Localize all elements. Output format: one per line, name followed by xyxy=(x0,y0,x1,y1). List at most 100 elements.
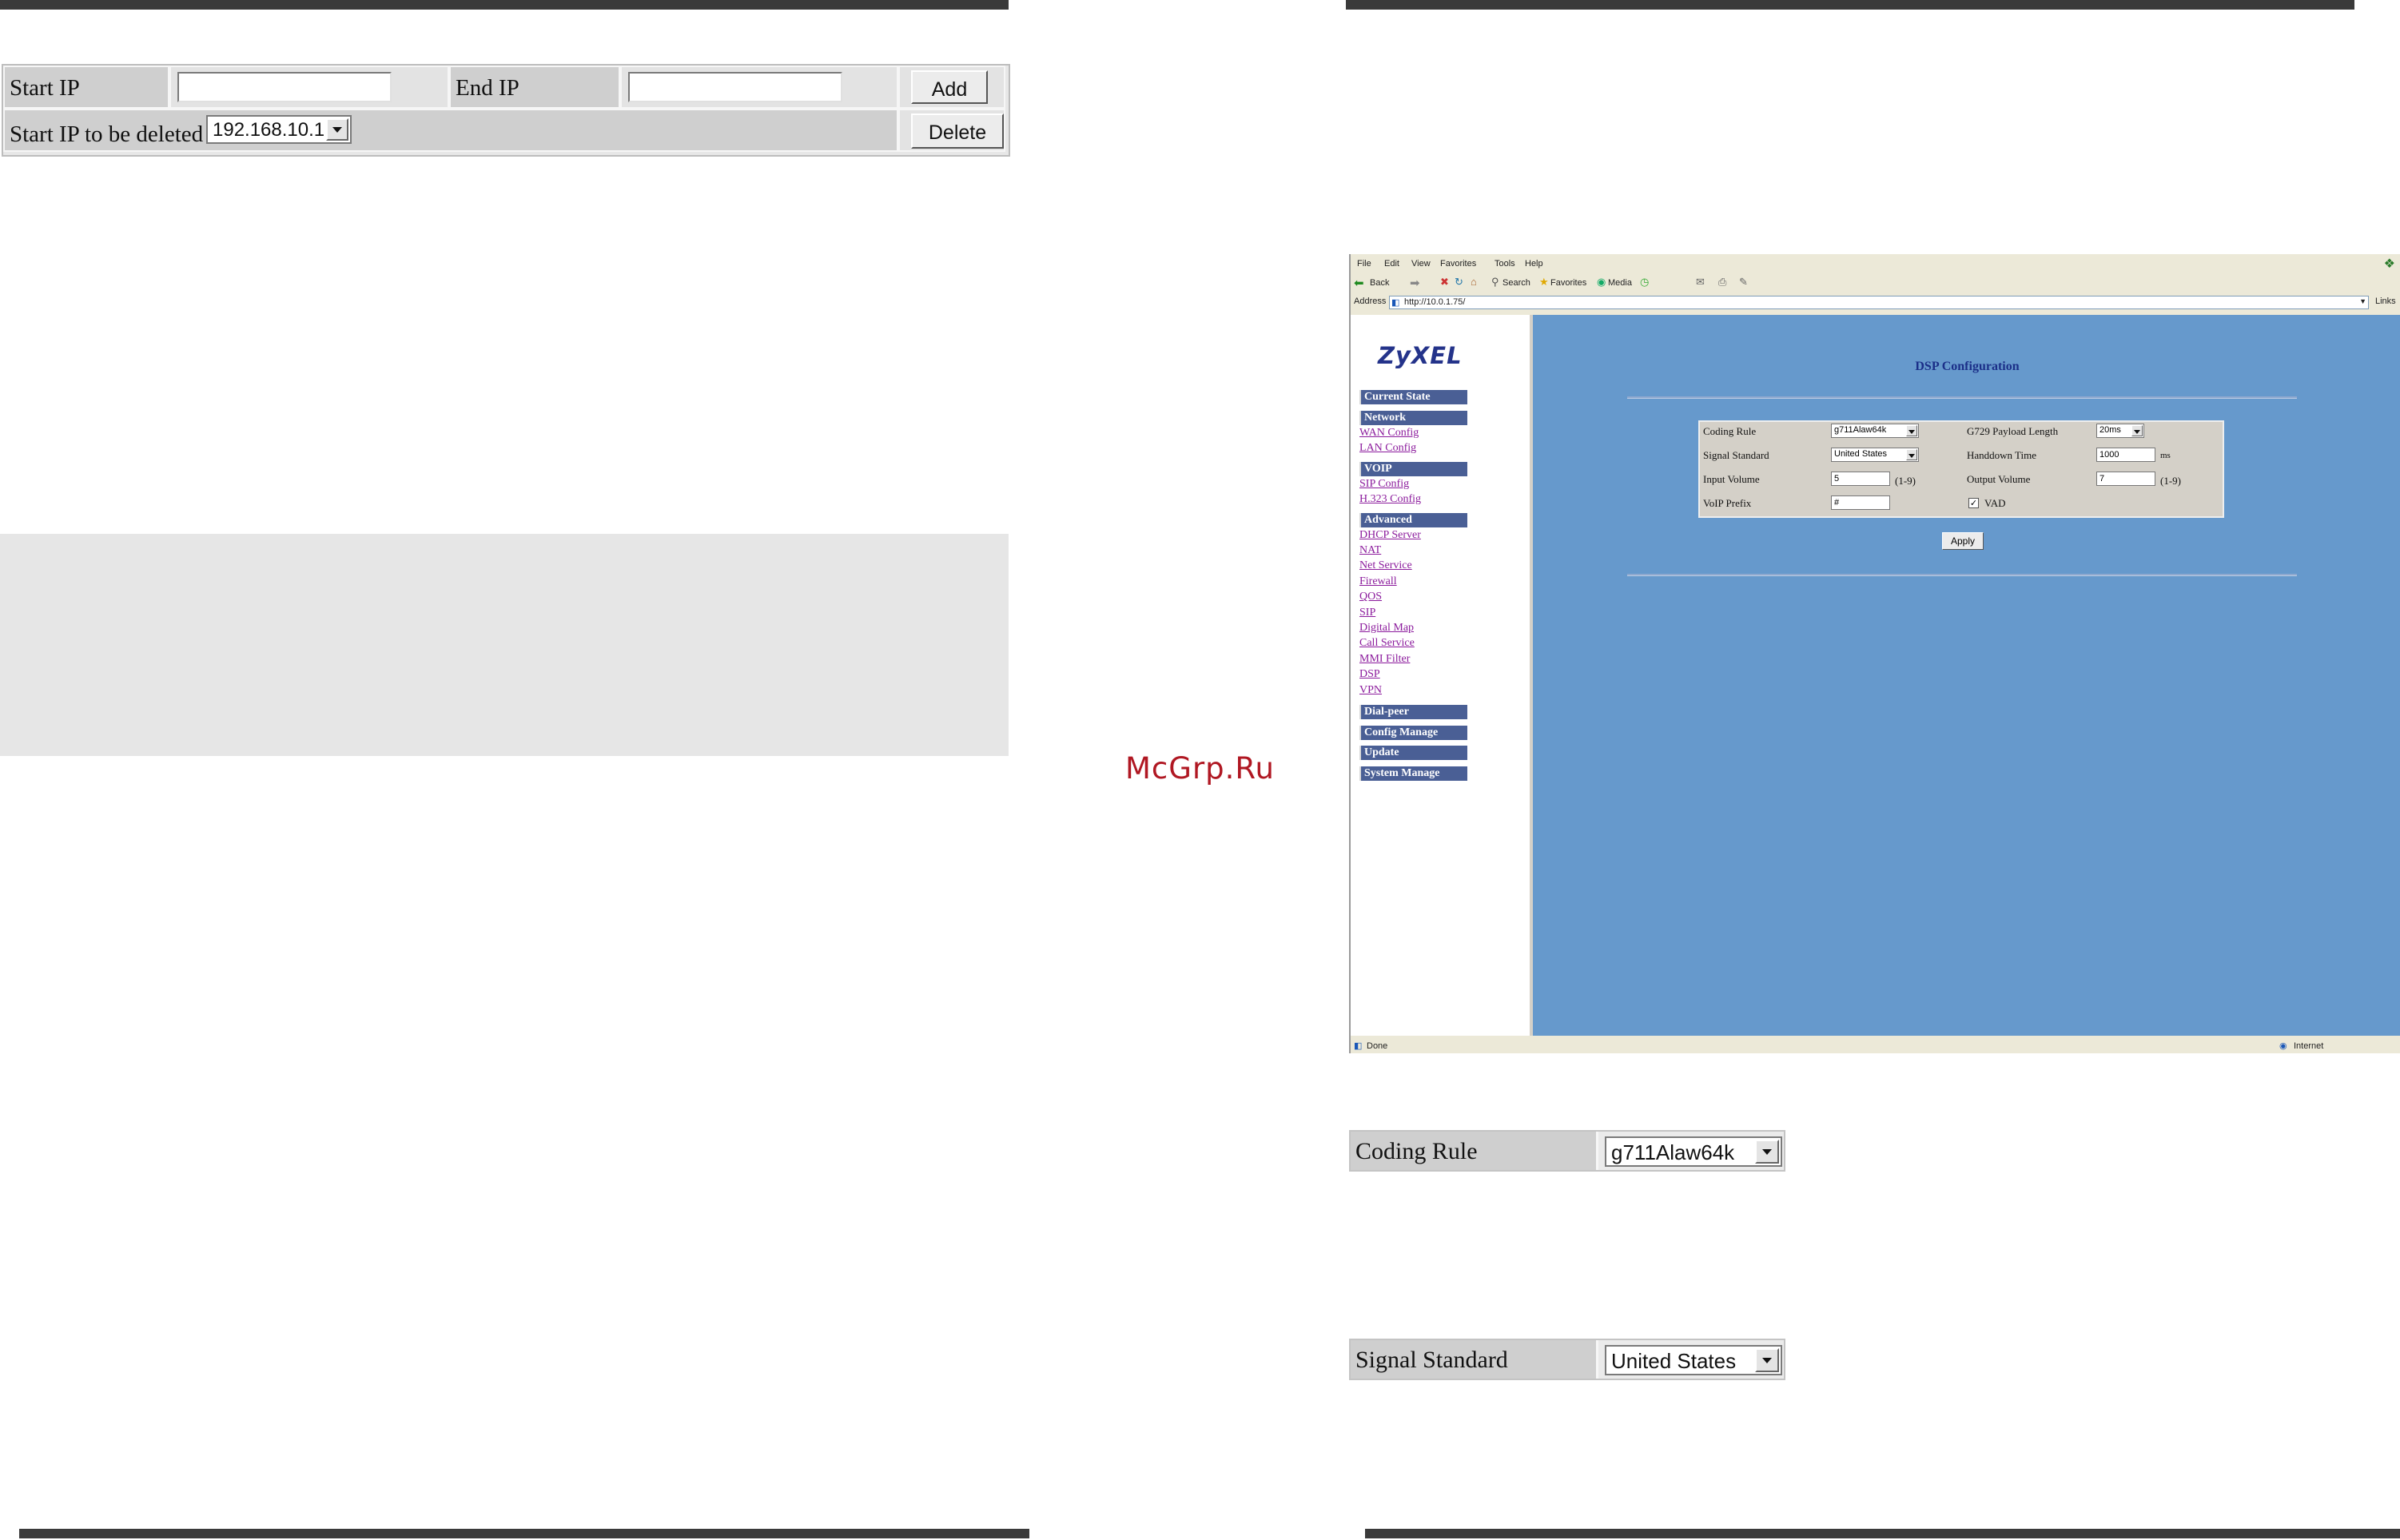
delete-button-label: Delete xyxy=(928,121,987,144)
favorites-button-label[interactable]: Favorites xyxy=(1550,278,1586,288)
menu-file[interactable]: File xyxy=(1357,259,1371,269)
mail-icon[interactable]: ✉ xyxy=(1696,276,1705,289)
handdown-unit: ms xyxy=(2160,451,2171,460)
sidebar-link-h323-config[interactable]: H.323 Config xyxy=(1359,493,1421,506)
sidebar-link-sip[interactable]: SIP xyxy=(1359,607,1375,619)
sidebar-item-system-manage[interactable]: System Manage xyxy=(1359,766,1467,781)
chevron-down-icon[interactable]: ▼ xyxy=(2359,297,2366,305)
sidebar-item-dial-peer[interactable]: Dial-peer xyxy=(1359,705,1467,719)
sidebar-link-dhcp-server[interactable]: DHCP Server xyxy=(1359,529,1421,542)
menu-help[interactable]: Help xyxy=(1525,259,1543,269)
toolbar: ⬅ Back ➡ ✖ ↻ ⌂ ⚲ Search ★ Favorites ◉ Me… xyxy=(1351,273,2400,292)
signal-standard-value: United States xyxy=(1834,449,1888,459)
coding-rule-detail: Coding Rule g711Alaw64k xyxy=(1349,1130,1785,1172)
input-volume-input[interactable]: 5 xyxy=(1831,472,1890,486)
sidebar-item-advanced[interactable]: Advanced xyxy=(1359,513,1467,527)
chevron-down-icon[interactable] xyxy=(1906,425,1917,436)
end-ip-input[interactable] xyxy=(628,72,842,102)
divider-top xyxy=(1627,396,2297,399)
apply-button[interactable]: Apply xyxy=(1942,532,1984,550)
search-icon[interactable]: ⚲ xyxy=(1491,276,1499,289)
signal-standard-detail-select[interactable]: United States xyxy=(1605,1345,1782,1375)
sidebar-item-config-manage[interactable]: Config Manage xyxy=(1359,726,1467,740)
print-icon[interactable]: ⎙ xyxy=(1718,276,1726,289)
address-value: http://10.0.1.75/ xyxy=(1404,297,1466,307)
start-ip-label: Start IP xyxy=(10,75,80,101)
sidebar-link-vpn[interactable]: VPN xyxy=(1359,684,1382,697)
sidebar-link-digital-map[interactable]: Digital Map xyxy=(1359,622,1414,635)
home-icon[interactable]: ⌂ xyxy=(1471,276,1477,288)
forward-arrow-icon[interactable]: ➡ xyxy=(1410,276,1420,290)
sidebar-link-lan-config[interactable]: LAN Config xyxy=(1359,442,1416,455)
sidebar-link-mmi-filter[interactable]: MMI Filter xyxy=(1359,653,1410,666)
address-input[interactable]: ◧ http://10.0.1.75/ ▼ xyxy=(1389,296,2369,309)
delete-ip-select[interactable]: 192.168.10.1 xyxy=(206,115,352,144)
web-page: ZyXEL Current State Network WAN Config L… xyxy=(1351,315,2400,1036)
zyxel-logo: ZyXEL xyxy=(1378,342,1463,369)
output-volume-range: (1-9) xyxy=(2160,475,2181,487)
watermark: McGrp.Ru xyxy=(1125,751,1275,786)
sidebar-link-dsp[interactable]: DSP xyxy=(1359,668,1380,681)
history-icon[interactable]: ◷ xyxy=(1640,276,1649,289)
input-volume-range: (1-9) xyxy=(1895,475,1916,487)
input-volume-label: Input Volume xyxy=(1703,473,1760,485)
sidebar-link-call-service[interactable]: Call Service xyxy=(1359,637,1415,650)
sidebar-item-network[interactable]: Network xyxy=(1359,411,1467,425)
status-text: Done xyxy=(1367,1041,1388,1051)
coding-rule-detail-select[interactable]: g711Alaw64k xyxy=(1605,1136,1782,1167)
sidebar-link-wan-config[interactable]: WAN Config xyxy=(1359,427,1419,440)
dsp-content: DSP Configuration Coding Rule g711Alaw64… xyxy=(1533,315,2400,1036)
coding-rule-select[interactable]: g711Alaw64k xyxy=(1831,424,1919,438)
links-label[interactable]: Links xyxy=(2375,296,2396,306)
signal-standard-select[interactable]: United States xyxy=(1831,448,1919,462)
delete-button[interactable]: Delete xyxy=(911,113,1004,149)
delete-button-cell: Delete xyxy=(898,109,1005,152)
voip-prefix-label: VoIP Prefix xyxy=(1703,497,1752,509)
sidebar-item-voip[interactable]: VOIP xyxy=(1359,462,1467,476)
menu-view[interactable]: View xyxy=(1411,259,1431,269)
media-icon[interactable]: ◉ xyxy=(1597,276,1606,289)
sidebar-link-net-service[interactable]: Net Service xyxy=(1359,559,1412,572)
sidebar-item-update[interactable]: Update xyxy=(1359,746,1467,760)
top-rule-right xyxy=(1346,0,2354,10)
handdown-time-input[interactable]: 1000 xyxy=(2096,448,2155,462)
media-button-label[interactable]: Media xyxy=(1608,278,1632,288)
dsp-config-table: Coding Rule g711Alaw64k G729 Payload Len… xyxy=(1698,420,2224,518)
vad-label: VAD xyxy=(1984,497,2006,509)
menu-favorites[interactable]: Favorites xyxy=(1440,259,1476,269)
signal-standard-detail-label: Signal Standard xyxy=(1351,1340,1598,1379)
end-ip-label-cell: End IP xyxy=(449,66,620,109)
delete-ip-cell: Start IP to be deleted 192.168.10.1 xyxy=(3,109,898,152)
chevron-down-icon[interactable] xyxy=(1755,1348,1779,1372)
sidebar-link-firewall[interactable]: Firewall xyxy=(1359,575,1397,588)
sidebar-link-nat[interactable]: NAT xyxy=(1359,544,1381,557)
menu-edit[interactable]: Edit xyxy=(1384,259,1399,269)
chevron-down-icon[interactable] xyxy=(1906,449,1917,460)
browser-window: File Edit View Favorites Tools Help ❖ ⬅ … xyxy=(1349,254,2400,1053)
sidebar-link-sip-config[interactable]: SIP Config xyxy=(1359,478,1409,491)
add-button[interactable]: Add xyxy=(911,70,988,104)
favorites-star-icon[interactable]: ★ xyxy=(1539,276,1549,289)
search-button-label[interactable]: Search xyxy=(1502,278,1530,288)
g729-payload-select[interactable]: 20ms xyxy=(2096,424,2144,438)
address-label: Address xyxy=(1354,296,1387,306)
stop-icon[interactable]: ✖ xyxy=(1440,276,1449,289)
coding-rule-label: Coding Rule xyxy=(1703,425,1757,437)
chevron-down-icon[interactable] xyxy=(1755,1140,1779,1164)
end-ip-input-cell xyxy=(620,66,898,109)
edit-icon[interactable]: ✎ xyxy=(1739,276,1748,289)
voip-prefix-input[interactable]: # xyxy=(1831,495,1890,510)
sidebar-link-qos[interactable]: QOS xyxy=(1359,591,1382,603)
refresh-icon[interactable]: ↻ xyxy=(1455,276,1463,289)
start-ip-input[interactable] xyxy=(177,72,392,102)
output-volume-input[interactable]: 7 xyxy=(2096,472,2155,486)
menu-tools[interactable]: Tools xyxy=(1495,259,1515,269)
menu-bar: File Edit View Favorites Tools Help ❖ xyxy=(1351,254,2400,273)
chevron-down-icon[interactable] xyxy=(2131,425,2143,436)
back-arrow-icon[interactable]: ⬅ xyxy=(1354,276,1364,290)
coding-rule-detail-value: g711Alaw64k xyxy=(1611,1140,1735,1164)
sidebar-item-current-state[interactable]: Current State xyxy=(1359,390,1467,404)
vad-checkbox[interactable]: ✓ xyxy=(1968,498,1979,508)
chevron-down-icon[interactable] xyxy=(326,118,348,141)
back-button-label[interactable]: Back xyxy=(1370,278,1389,288)
